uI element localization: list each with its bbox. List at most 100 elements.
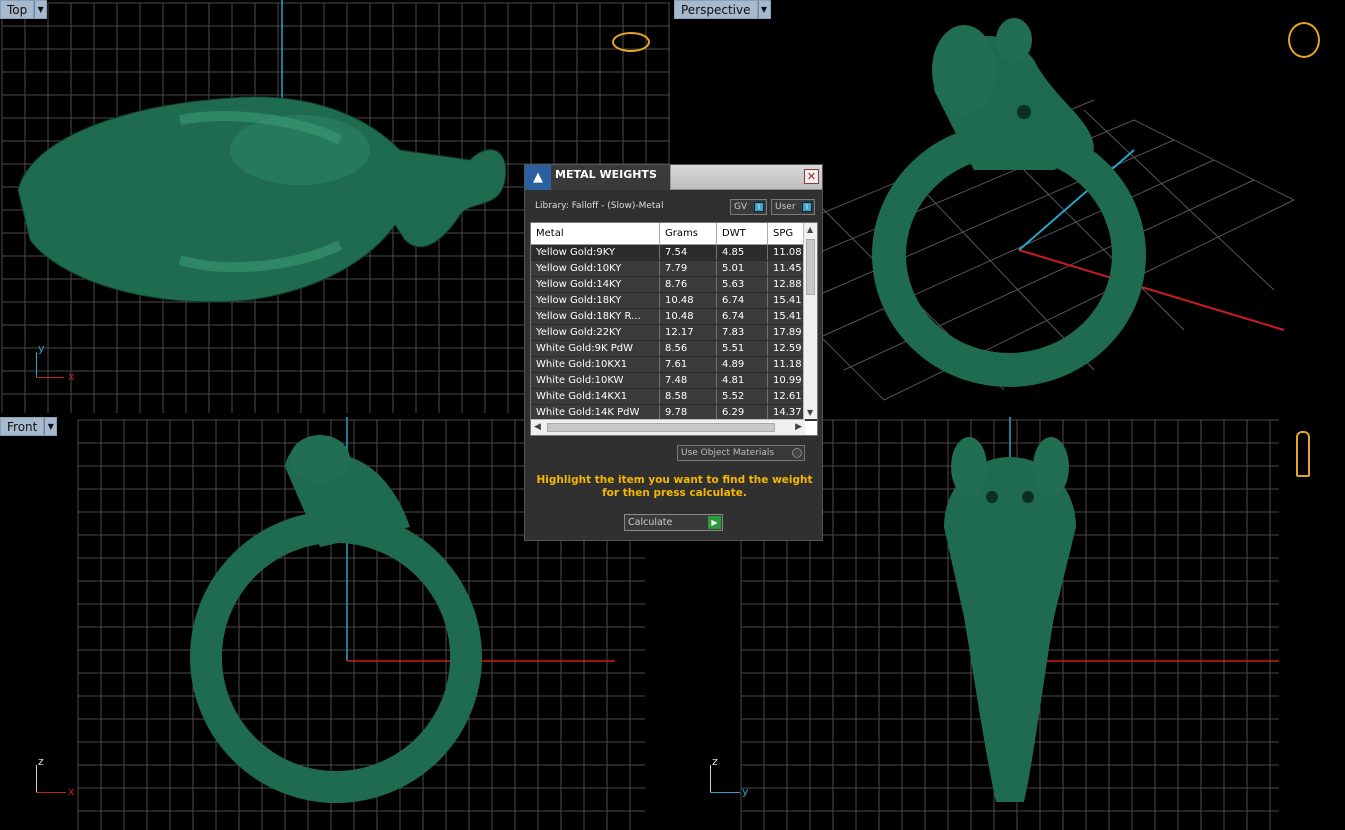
table-cell: 5.63 <box>717 277 768 292</box>
table-cell: 8.76 <box>660 277 717 292</box>
table-cell: 10.48 <box>660 293 717 308</box>
column-header-spg[interactable]: SPG <box>768 223 805 244</box>
table-header: Metal Grams DWT SPG <box>531 223 817 245</box>
scroll-thumb[interactable] <box>806 239 815 295</box>
table-cell: 7.48 <box>660 373 717 388</box>
calculate-button[interactable]: Calculate ▶ <box>624 514 723 531</box>
table-cell: 9.78 <box>660 405 717 420</box>
table-row[interactable]: White Gold:14KX1 8.58 5.52 12.61 <box>531 389 817 405</box>
vertical-scrollbar[interactable]: ▲ ▼ <box>803 223 817 419</box>
scroll-down-icon[interactable]: ▼ <box>807 408 813 417</box>
instruction-text: Highlight the item you want to find the … <box>536 474 813 499</box>
use-object-materials-label: Use Object Materials <box>681 448 775 458</box>
axis-indicator-top: y x <box>34 342 75 383</box>
table-cell: 7.54 <box>660 245 717 260</box>
scroll-left-icon[interactable]: ◀ <box>534 422 541 432</box>
axis-label-y: y <box>38 342 45 355</box>
user-toggle-label: User <box>775 202 796 212</box>
table-cell: Yellow Gold:14KY <box>531 277 660 292</box>
table-cell: 6.74 <box>717 309 768 324</box>
toggle-knob-icon: I <box>802 202 812 212</box>
viewport-perspective-label: Perspective <box>674 0 758 19</box>
panel-header[interactable]: ▲ METAL WEIGHTS ✕ <box>525 164 822 190</box>
table-row[interactable]: Yellow Gold:10KY 7.79 5.01 11.45 <box>531 261 817 277</box>
play-icon: ▶ <box>708 516 721 529</box>
table-cell: 12.17 <box>660 325 717 340</box>
user-toggle[interactable]: User I <box>771 199 815 215</box>
scroll-up-icon[interactable]: ▲ <box>807 225 813 234</box>
table-cell: 10.48 <box>660 309 717 324</box>
table-cell: Yellow Gold:18KY R... <box>531 309 660 324</box>
chevron-down-icon[interactable]: ▼ <box>34 0 48 19</box>
gv-toggle[interactable]: GV I <box>730 199 767 215</box>
table-cell: White Gold:10KW <box>531 373 660 388</box>
axis-label-z: z <box>38 755 44 768</box>
ring-gizmo-icon <box>612 32 650 52</box>
column-header-metal[interactable]: Metal <box>531 223 660 244</box>
table-cell: 12.88 <box>768 277 805 292</box>
calculate-label: Calculate <box>628 517 673 528</box>
ring-model-front <box>190 511 482 803</box>
axis-indicator-front: z x <box>34 755 78 798</box>
table-cell: White Gold:14KX1 <box>531 389 660 404</box>
column-header-grams[interactable]: Grams <box>660 223 717 244</box>
table-cell: 11.08 <box>768 245 805 260</box>
table-row[interactable]: Yellow Gold:9KY 7.54 4.85 11.08 <box>531 245 817 261</box>
table-cell: 7.79 <box>660 261 717 276</box>
chevron-down-icon[interactable]: ▼ <box>44 417 58 436</box>
chevron-down-icon[interactable]: ▼ <box>757 0 771 19</box>
metal-table: Metal Grams DWT SPG Yellow Gold:9KY 7.54 4… <box>530 222 818 436</box>
table-cell: 5.52 <box>717 389 768 404</box>
column-header-dwt[interactable]: DWT <box>717 223 768 244</box>
table-cell: 11.45 <box>768 261 805 276</box>
table-cell: White Gold:14K PdW <box>531 405 660 420</box>
viewport-label-top[interactable]: Top ▼ <box>0 0 48 19</box>
table-row[interactable]: Yellow Gold:14KY 8.76 5.63 12.88 <box>531 277 817 293</box>
table-cell: 4.81 <box>717 373 768 388</box>
scroll-right-icon[interactable]: ▶ <box>795 422 802 432</box>
table-row[interactable]: White Gold:10KX1 7.61 4.89 11.18 <box>531 357 817 373</box>
table-row[interactable]: White Gold:9K PdW 8.56 5.51 12.59 <box>531 341 817 357</box>
table-row[interactable]: Yellow Gold:18KY 10.48 6.74 15.41 <box>531 293 817 309</box>
table-cell: 7.83 <box>717 325 768 340</box>
table-cell: 5.01 <box>717 261 768 276</box>
table-cell: Yellow Gold:18KY <box>531 293 660 308</box>
horizontal-scrollbar[interactable]: ◀ ▶ <box>531 419 805 435</box>
table-cell: 15.41 <box>768 293 805 308</box>
table-cell: 11.18 <box>768 357 805 372</box>
table-cell: 10.99 <box>768 373 805 388</box>
ring-model-right <box>944 457 1076 802</box>
toggle-knob-icon: I <box>754 202 764 212</box>
table-cell: 12.59 <box>768 341 805 356</box>
close-button[interactable]: ✕ <box>804 169 819 184</box>
library-label: Library: Falloff - (Slow)-Metal <box>535 201 664 211</box>
ring-gizmo-icon <box>1296 431 1310 477</box>
viewport-label-perspective[interactable]: Perspective ▼ <box>674 0 771 19</box>
ring-gizmo-icon <box>1288 22 1320 58</box>
viewport-label-front[interactable]: Front ▼ <box>0 417 58 436</box>
table-cell: 12.61 <box>768 389 805 404</box>
table-cell: 17.89 <box>768 325 805 340</box>
use-object-materials-toggle[interactable]: Use Object Materials <box>677 445 805 461</box>
axis-label-y: y <box>742 785 749 798</box>
viewport-front-label: Front <box>0 417 45 436</box>
table-row[interactable]: Yellow Gold:18KY R... 10.48 6.74 15.41 <box>531 309 817 325</box>
table-body: Yellow Gold:9KY 7.54 4.85 11.08 Yellow Gold:… <box>531 245 817 421</box>
table-row[interactable]: White Gold:10KW 7.48 4.81 10.99 <box>531 373 817 389</box>
gv-toggle-label: GV <box>734 202 748 212</box>
axis-label-x: x <box>68 785 75 798</box>
viewport-top-label: Top <box>0 0 35 19</box>
scroll-thumb[interactable] <box>547 423 775 432</box>
panel-title: METAL WEIGHTS <box>551 164 671 190</box>
table-cell: 6.29 <box>717 405 768 420</box>
table-cell: Yellow Gold:22KY <box>531 325 660 340</box>
radio-icon <box>792 448 802 458</box>
table-cell: 7.61 <box>660 357 717 372</box>
axis-indicator-right: z y <box>708 755 752 799</box>
table-cell: 14.37 <box>768 405 805 420</box>
table-cell: 8.58 <box>660 389 717 404</box>
table-cell: 5.51 <box>717 341 768 356</box>
metal-weights-panel: ▲ METAL WEIGHTS ✕ Library: Falloff - (Sl… <box>524 164 823 541</box>
axis-label-z: z <box>712 755 718 768</box>
table-row[interactable]: Yellow Gold:22KY 12.17 7.83 17.89 <box>531 325 817 341</box>
